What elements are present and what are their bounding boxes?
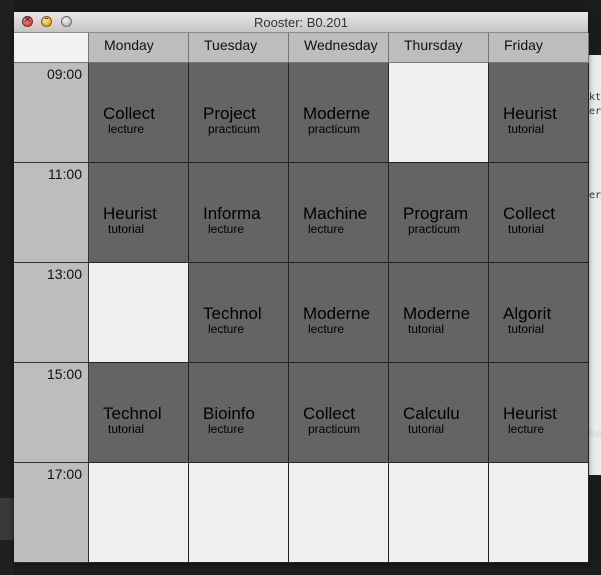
day-header-thursday: Thursday [389, 33, 489, 63]
schedule-slot-booked[interactable]: Calculu tutorial [389, 363, 489, 463]
schedule-slot-booked[interactable]: Moderne lecture [289, 263, 389, 363]
schedule-slot-booked[interactable]: Informa lecture [189, 163, 289, 263]
course-name: Informa [203, 204, 261, 223]
course-name: Technol [103, 404, 162, 423]
time-label: 11:00 [14, 163, 89, 263]
background-text: er [589, 106, 601, 117]
schedule-slot-empty[interactable] [89, 263, 189, 363]
course-name: Technol [203, 304, 262, 323]
schedule-slot-booked[interactable]: Machine lecture [289, 163, 389, 263]
day-header-tuesday: Tuesday [189, 33, 289, 63]
day-header-friday: Friday [489, 33, 589, 63]
background-label: Re [588, 428, 601, 440]
window-title: Rooster: B0.201 [254, 15, 348, 30]
background-panel [0, 498, 14, 540]
course-type: practicum [308, 422, 361, 436]
course-type: lecture [308, 322, 345, 336]
course-name: Collect [303, 404, 355, 423]
schedule-slot-booked[interactable]: Collect lecture [89, 63, 189, 163]
schedule-slot-booked[interactable]: Program practicum [389, 163, 489, 263]
course-type: lecture [208, 422, 245, 436]
schedule-slot-booked[interactable]: Technol lecture [189, 263, 289, 363]
course-name: Program [403, 204, 469, 223]
schedule-slot-empty[interactable] [389, 63, 489, 163]
day-header-monday: Monday [89, 33, 189, 63]
course-type: tutorial [408, 422, 445, 436]
course-name: Calculu [403, 404, 460, 423]
course-name: Heurist [103, 204, 157, 223]
course-type: tutorial [508, 322, 545, 336]
schedule-slot-empty[interactable] [189, 463, 289, 563]
course-name: Moderne [303, 304, 371, 323]
schedule-slot-booked[interactable]: Heurist lecture [489, 363, 589, 463]
title-bar[interactable]: × – Rooster: B0.201 [14, 12, 588, 33]
schedule-window: × – Rooster: B0.201 Monday Tuesday Wednesd… [14, 12, 589, 563]
schedule-slot-empty[interactable] [289, 463, 389, 563]
course-type: lecture [108, 122, 145, 136]
course-type: tutorial [108, 222, 145, 236]
schedule-slot-empty[interactable] [489, 463, 589, 563]
course-type: lecture [208, 222, 245, 236]
course-type: lecture [508, 422, 545, 436]
course-name: Heurist [503, 104, 557, 123]
schedule-slot-booked[interactable]: Collect tutorial [489, 163, 589, 263]
schedule-slot-booked[interactable]: Project practicum [189, 63, 289, 163]
course-type: practicum [408, 222, 461, 236]
schedule-slot-booked[interactable]: Algorit tutorial [489, 263, 589, 363]
course-type: lecture [208, 322, 245, 336]
time-label: 15:00 [14, 363, 89, 463]
course-type: practicum [208, 122, 261, 136]
course-name: Collect [503, 204, 555, 223]
course-name: Moderne [303, 104, 371, 123]
course-type: tutorial [108, 422, 145, 436]
schedule-slot-booked[interactable]: Bioinfo lecture [189, 363, 289, 463]
schedule-slot-booked[interactable]: Heurist tutorial [489, 63, 589, 163]
course-type: tutorial [508, 222, 545, 236]
time-label: 13:00 [14, 263, 89, 363]
schedule-slot-empty[interactable] [389, 463, 489, 563]
schedule-slot-booked[interactable]: Moderne tutorial [389, 263, 489, 363]
background-text: kt [589, 92, 601, 103]
timetable-grid: Monday Tuesday Wednesday Thursday Friday 09:0… [14, 33, 589, 563]
schedule-slot-booked[interactable]: Moderne practicum [289, 63, 389, 163]
course-type: practicum [308, 122, 361, 136]
background-window [588, 55, 601, 475]
course-name: Project [203, 104, 256, 123]
course-name: Collect [103, 104, 155, 123]
course-name: Algorit [503, 304, 552, 323]
header-corner [14, 33, 89, 63]
background-desktop [0, 0, 14, 575]
schedule-slot-empty[interactable] [89, 463, 189, 563]
course-name: Bioinfo [203, 404, 255, 423]
time-label: 17:00 [14, 463, 89, 563]
schedule-slot-booked[interactable]: Technol tutorial [89, 363, 189, 463]
course-name: Machine [303, 204, 368, 223]
course-type: lecture [308, 222, 345, 236]
time-label: 09:00 [14, 63, 89, 163]
day-header-wednesday: Wednesday [289, 33, 389, 63]
background-text: er [589, 190, 601, 201]
schedule-slot-booked[interactable]: Collect practicum [289, 363, 389, 463]
course-type: tutorial [408, 322, 445, 336]
course-name: Heurist [503, 404, 557, 423]
course-name: Moderne [403, 304, 471, 323]
course-type: tutorial [508, 122, 545, 136]
schedule-slot-booked[interactable]: Heurist tutorial [89, 163, 189, 263]
